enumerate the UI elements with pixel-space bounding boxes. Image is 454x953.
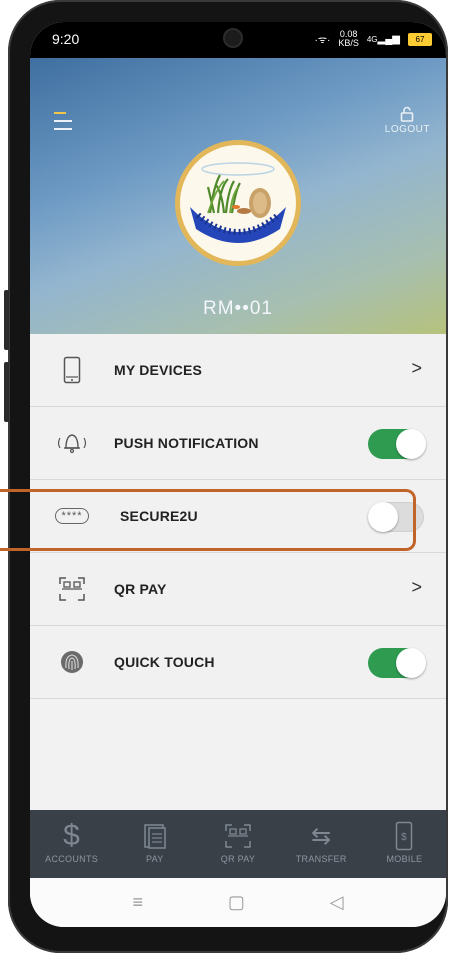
username: RM••01 bbox=[203, 298, 273, 319]
toggle-knob bbox=[368, 502, 398, 532]
settings-row-label: QR PAY bbox=[114, 581, 167, 597]
data-rate: 0.08 KB/S bbox=[338, 30, 359, 48]
bill-icon bbox=[113, 818, 196, 854]
volume-button bbox=[4, 290, 9, 350]
hamburger-menu-icon[interactable] bbox=[54, 112, 72, 136]
home-square-icon[interactable]: ▢ bbox=[228, 892, 245, 913]
password-icon-text: **** bbox=[55, 508, 89, 524]
avatar[interactable] bbox=[175, 140, 301, 266]
qr-code-icon bbox=[52, 573, 92, 605]
nav-label: TRANSFER bbox=[295, 854, 347, 864]
settings-row-push-notification[interactable]: PUSH NOTIFICATION bbox=[30, 407, 446, 480]
nav-pay[interactable]: PAY bbox=[113, 810, 196, 878]
settings-row-label: PUSH NOTIFICATION bbox=[114, 435, 259, 451]
recents-menu-icon[interactable]: ≡ bbox=[132, 892, 143, 913]
hotspot-icon: ·ᯤ· bbox=[314, 35, 331, 46]
toggle-knob bbox=[396, 429, 426, 459]
battery-level: 67 bbox=[415, 34, 425, 44]
settings-row-my-devices[interactable]: MY DEVICES > bbox=[30, 334, 446, 407]
nav-label: QR PAY bbox=[220, 854, 256, 864]
nav-label: PAY bbox=[146, 854, 164, 864]
status-indicators: ·ᯤ· 0.08 KB/S 4G▂▄▆ 67 bbox=[315, 30, 432, 48]
nav-transfer[interactable]: ⇆ TRANSFER bbox=[280, 810, 363, 878]
settings-list: MY DEVICES > PUSH NOTIFICATION **** SECU… bbox=[30, 334, 446, 699]
network-type: 4G bbox=[366, 34, 378, 44]
fishbowl-image bbox=[190, 162, 286, 243]
settings-row-label: SECURE2U bbox=[120, 508, 198, 524]
data-rate-unit: KB/S bbox=[338, 38, 359, 48]
secure2u-toggle[interactable] bbox=[368, 502, 424, 532]
chevron-right-icon: > bbox=[411, 577, 422, 597]
nav-accounts[interactable]: $ ACCOUNTS bbox=[30, 810, 113, 878]
settings-row-quick-touch[interactable]: QUICK TOUCH bbox=[30, 626, 446, 699]
settings-row-label: QUICK TOUCH bbox=[114, 654, 215, 670]
toggle-knob bbox=[396, 648, 426, 678]
push-notification-toggle[interactable] bbox=[368, 429, 426, 459]
back-triangle-icon[interactable]: ◁ bbox=[330, 892, 344, 913]
qr-code-icon bbox=[196, 818, 279, 854]
status-time: 9:20 bbox=[52, 31, 80, 47]
bottom-nav: $ ACCOUNTS PAY QR PAY ⇆ TRANSFER $ MOBIL… bbox=[30, 810, 446, 878]
nav-label: MOBILE bbox=[386, 854, 423, 864]
logout-label: LOGOUT bbox=[384, 124, 430, 135]
nav-label: ACCOUNTS bbox=[45, 854, 99, 864]
signal-icon: 4G▂▄▆ bbox=[366, 33, 400, 45]
battery-icon: 67 bbox=[408, 32, 432, 46]
nav-mobile[interactable]: $ MOBILE bbox=[363, 810, 446, 878]
svg-text:$: $ bbox=[401, 832, 407, 843]
phone-icon bbox=[52, 354, 92, 386]
status-bar: 9:20 ·ᯤ· 0.08 KB/S 4G▂▄▆ 67 bbox=[30, 22, 446, 58]
transfer-arrows-icon: ⇆ bbox=[311, 822, 332, 850]
settings-row-label: MY DEVICES bbox=[114, 362, 203, 378]
bell-icon bbox=[52, 427, 92, 459]
app-screen: 9:20 ·ᯤ· 0.08 KB/S 4G▂▄▆ 67 LOGOUT RM••0… bbox=[30, 22, 446, 927]
power-button bbox=[4, 362, 9, 422]
profile-header: LOGOUT RM••01 bbox=[30, 58, 446, 334]
settings-row-qr-pay[interactable]: QR PAY > bbox=[30, 553, 446, 626]
nav-qr-pay[interactable]: QR PAY bbox=[196, 810, 279, 878]
password-icon: **** bbox=[52, 500, 92, 532]
chevron-right-icon: > bbox=[411, 358, 422, 378]
lock-icon bbox=[401, 106, 414, 122]
system-navigation-bar: ≡ ▢ ◁ bbox=[30, 878, 446, 927]
dollar-icon: $ bbox=[63, 819, 81, 852]
fingerprint-icon bbox=[52, 646, 92, 678]
settings-row-secure2u[interactable]: **** SECURE2U bbox=[30, 480, 446, 553]
mobile-reload-icon: $ bbox=[363, 818, 446, 854]
logout-button[interactable]: LOGOUT bbox=[385, 106, 430, 135]
front-camera bbox=[223, 28, 243, 48]
quick-touch-toggle[interactable] bbox=[368, 648, 426, 678]
